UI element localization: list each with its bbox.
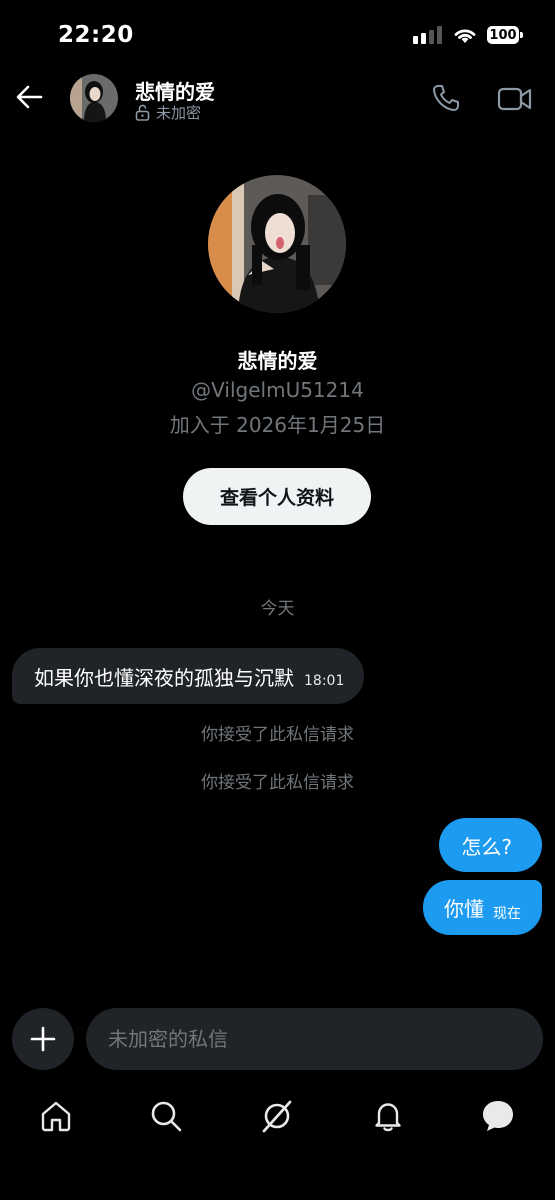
back-arrow-icon[interactable]	[14, 80, 44, 114]
profile-avatar[interactable]	[208, 175, 346, 313]
nav-search[interactable]	[146, 1096, 186, 1136]
avatar-image	[70, 74, 118, 122]
outgoing-message[interactable]: 你懂 现在	[423, 880, 542, 935]
nav-home[interactable]	[36, 1096, 76, 1136]
system-message: 你接受了此私信请求	[201, 725, 354, 745]
message-text: 怎么?	[461, 834, 512, 859]
phone-call-icon[interactable]	[430, 82, 462, 114]
search-icon	[151, 1101, 182, 1132]
nav-messages[interactable]	[478, 1096, 518, 1136]
message-text: 你懂	[444, 897, 484, 921]
incoming-message[interactable]: 如果你也懂深夜的孤独与沉默 18:01	[12, 648, 365, 704]
wifi-icon	[454, 29, 476, 43]
battery-level: 100	[489, 27, 517, 43]
message-input[interactable]	[86, 1008, 543, 1070]
header-contact-name[interactable]: 悲情的爱	[135, 76, 215, 105]
message-text: 如果你也懂深夜的孤独与沉默	[34, 665, 294, 690]
cellular-signal-icon	[413, 26, 442, 44]
grok-icon	[262, 1100, 292, 1133]
encryption-status: 未加密	[135, 102, 201, 123]
system-message: 你接受了此私信请求	[201, 773, 354, 793]
message-time: 18:01	[304, 673, 345, 689]
unlocked-icon	[135, 104, 150, 121]
notifications-icon	[375, 1103, 401, 1132]
battery-indicator: 100	[487, 26, 523, 44]
header-avatar[interactable]	[70, 74, 118, 122]
outgoing-message[interactable]: 怎么?	[439, 818, 542, 872]
video-call-icon[interactable]	[497, 84, 533, 114]
profile-joined-date: 加入于 2026年1月25日	[169, 413, 386, 437]
encryption-label: 未加密	[156, 104, 202, 122]
profile-name: 悲情的爱	[237, 349, 318, 373]
nav-notifications[interactable]	[368, 1096, 408, 1136]
view-profile-button[interactable]: 查看个人资料	[183, 468, 371, 525]
profile-handle: @VilgelmU51214	[191, 378, 364, 402]
add-attachment-button[interactable]	[12, 1008, 74, 1070]
message-time: 现在	[493, 905, 521, 922]
profile-avatar-image	[208, 175, 346, 313]
status-time: 22:20	[58, 22, 134, 48]
home-icon	[41, 1101, 71, 1132]
plus-icon	[30, 1026, 56, 1052]
nav-grok[interactable]	[257, 1096, 297, 1136]
messages-icon	[483, 1101, 513, 1131]
date-divider: 今天	[260, 599, 295, 619]
status-icons: 100	[413, 26, 523, 44]
